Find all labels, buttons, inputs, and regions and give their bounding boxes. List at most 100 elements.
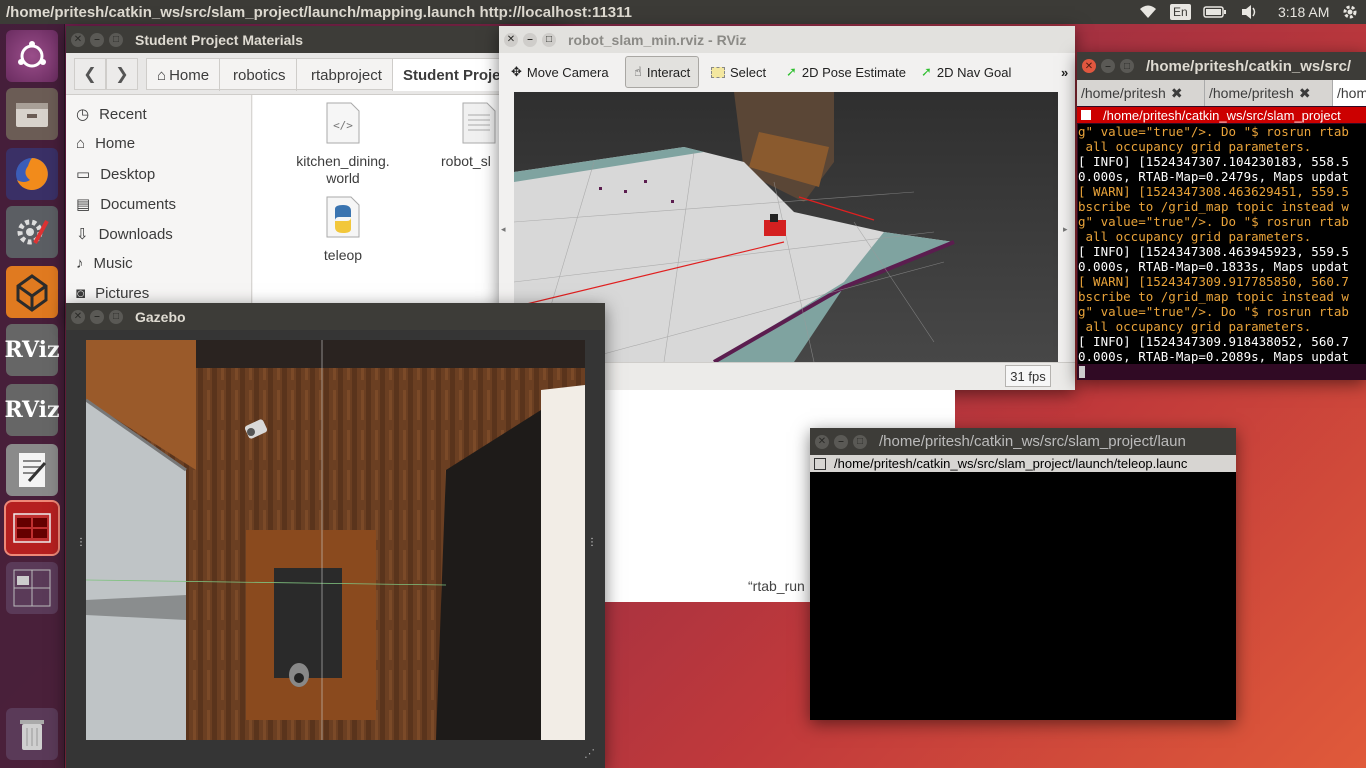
- window-title: robot_slam_min.rviz - RViz: [568, 31, 747, 48]
- green-arrow-icon: ➚: [786, 64, 797, 79]
- pose-estimate-tool[interactable]: ➚ 2D Pose Estimate: [786, 56, 906, 88]
- gazebo-icon[interactable]: [6, 266, 58, 318]
- teleop-titlebar: ✕ – □ /home/pritesh/catkin_ws/src/slam_p…: [810, 428, 1236, 455]
- interact-tool[interactable]: ☝ Interact: [625, 56, 700, 88]
- terminal-line: [ INFO] [1524347308.463945923, 559.5: [1078, 244, 1349, 259]
- terminal-tab-active[interactable]: /hom: [1333, 80, 1366, 106]
- terminal-cursor: [1079, 366, 1085, 378]
- close-button[interactable]: ✕: [71, 32, 85, 47]
- teleop-header: /home/pritesh/catkin_ws/src/slam_project…: [810, 455, 1236, 472]
- firefox-icon[interactable]: [6, 148, 58, 200]
- crumb-rtabproject[interactable]: rtabproject: [301, 59, 393, 91]
- rviz-icon[interactable]: RViz: [4, 324, 60, 376]
- text-editor-icon[interactable]: [6, 444, 58, 496]
- terminal-line: all occupancy grid parameters.: [1078, 139, 1312, 154]
- minimize-button[interactable]: –: [1101, 59, 1115, 73]
- gazebo-window: ✕ – □ Gazebo ⋮ ⋮ ⋰: [66, 303, 605, 768]
- terminal-line: 0.000s, RTAB-Map=0.2479s, Maps updat: [1078, 169, 1349, 184]
- left-panel-handle[interactable]: ⋮: [76, 537, 86, 548]
- terminal-tab[interactable]: /home/pritesh ✖: [1205, 80, 1333, 106]
- battery-icon[interactable]: [1203, 0, 1227, 24]
- gear-icon[interactable]: [1341, 0, 1359, 24]
- select-tool[interactable]: Select: [711, 56, 766, 88]
- keyboard-indicator[interactable]: En: [1170, 0, 1191, 24]
- sidebar-item-documents[interactable]: ▤ Documents: [76, 195, 176, 214]
- text-file-icon: [462, 102, 496, 144]
- volume-icon[interactable]: [1240, 0, 1260, 24]
- terminal-line: bscribe to /grid_map topic instead w: [1078, 289, 1349, 304]
- maximize-button[interactable]: □: [109, 309, 123, 324]
- launcher: RViz RViz: [0, 24, 65, 768]
- clock[interactable]: 3:18 AM: [1278, 0, 1329, 24]
- wifi-icon[interactable]: [1138, 0, 1158, 24]
- minimize-button[interactable]: –: [90, 309, 104, 324]
- terminal-line: [ INFO] [1524347307.104230183, 558.5: [1078, 154, 1349, 169]
- ubuntu-dash-icon[interactable]: [6, 30, 58, 82]
- files-icon[interactable]: [6, 88, 58, 140]
- close-button[interactable]: ✕: [504, 32, 518, 47]
- terminal-tab[interactable]: /home/pritesh ✖: [1077, 80, 1205, 106]
- workspace-switcher-icon[interactable]: [6, 562, 58, 614]
- close-button[interactable]: ✕: [815, 434, 829, 449]
- terminal-header-icon: [1081, 110, 1091, 120]
- document-icon: ▤: [76, 196, 91, 213]
- back-button[interactable]: ❮: [74, 58, 106, 90]
- maximize-button[interactable]: □: [109, 32, 123, 47]
- camera-icon: ◙: [76, 285, 86, 302]
- teleop-terminal-window: ✕ – □ /home/pritesh/catkin_ws/src/slam_p…: [810, 428, 1236, 720]
- gazebo-3d-view: [86, 340, 585, 740]
- terminal-line: 0.000s, RTAB-Map=0.1833s, Maps updat: [1078, 259, 1349, 274]
- clock-icon: ◷: [76, 106, 90, 123]
- hand-icon: ☝: [634, 64, 642, 79]
- crumb-home[interactable]: ⌂ Home: [147, 59, 221, 91]
- crumb-current[interactable]: Student Proje: [393, 59, 511, 91]
- resize-grip-icon[interactable]: ⋰: [584, 747, 595, 760]
- sidebar-item-recent[interactable]: ◷ Recent: [76, 105, 147, 124]
- maximize-button[interactable]: □: [853, 434, 867, 449]
- terminal-line: [ WARN] [1524347309.917785850, 560.7: [1078, 274, 1349, 289]
- minimize-button[interactable]: –: [90, 32, 104, 47]
- active-window-title: /home/pritesh/catkin_ws/src/slam_project…: [6, 3, 633, 21]
- terminal-header: /home/pritesh/catkin_ws/src/slam_project: [1077, 107, 1366, 123]
- right-panel-handle[interactable]: ⋮: [587, 537, 597, 548]
- minimize-button[interactable]: –: [834, 434, 848, 449]
- terminal-line: g" value="true"/>. Do "$ rosrun rtab: [1078, 124, 1349, 139]
- home-icon: ⌂: [76, 135, 86, 152]
- close-button[interactable]: ✕: [71, 309, 85, 324]
- files-window: ✕ – □ Student Project Materials ❮ ❯ ⌂ Hom…: [66, 26, 566, 316]
- crumb-robotics[interactable]: robotics: [223, 59, 297, 91]
- window-title: /home/pritesh/catkin_ws/src/: [1146, 57, 1352, 75]
- sidebar-item-music[interactable]: ♪ Music: [76, 255, 133, 272]
- collapse-left-icon[interactable]: ◂: [501, 224, 506, 235]
- sidebar-item-downloads[interactable]: ⇩ Downloads: [76, 225, 173, 244]
- minimize-button[interactable]: –: [523, 32, 537, 47]
- gazebo-scene[interactable]: [86, 340, 585, 740]
- terminal-icon[interactable]: [4, 500, 60, 556]
- close-tab-icon[interactable]: ✖: [1299, 85, 1311, 102]
- sidebar-item-home[interactable]: ⌂ Home: [76, 135, 135, 152]
- system-settings-icon[interactable]: [6, 206, 58, 258]
- file-item[interactable]: </> kitchen_dining. world: [283, 101, 403, 187]
- window-title: Student Project Materials: [135, 31, 304, 48]
- trash-icon[interactable]: [6, 708, 58, 760]
- file-item[interactable]: robot_sl: [429, 101, 509, 170]
- rviz-icon[interactable]: RViz: [4, 384, 60, 436]
- select-icon: [711, 66, 725, 78]
- terminal-line: all occupancy grid parameters.: [1078, 319, 1312, 334]
- forward-button[interactable]: ❯: [106, 58, 138, 90]
- sidebar-item-desktop[interactable]: ▭ Desktop: [76, 165, 155, 184]
- window-title: Gazebo: [135, 308, 186, 325]
- close-button[interactable]: ✕: [1082, 59, 1096, 73]
- close-tab-icon[interactable]: ✖: [1171, 85, 1183, 102]
- collapse-right-icon[interactable]: ▸: [1063, 224, 1068, 235]
- toolbar-overflow-icon[interactable]: »: [1061, 56, 1068, 88]
- file-item[interactable]: teleop: [303, 195, 383, 264]
- sidebar-item-pictures[interactable]: ◙ Pictures: [76, 285, 149, 302]
- terminal-tabs: /home/pritesh ✖ /home/pritesh ✖ /hom: [1077, 80, 1366, 106]
- files-titlebar: ✕ – □ Student Project Materials: [66, 26, 566, 53]
- home-icon: ⌂: [157, 66, 167, 84]
- maximize-button[interactable]: □: [542, 32, 556, 47]
- nav-goal-tool[interactable]: ➚ 2D Nav Goal: [921, 56, 1011, 88]
- maximize-button[interactable]: □: [1120, 59, 1134, 73]
- move-camera-tool[interactable]: ✥ Move Camera: [511, 56, 609, 88]
